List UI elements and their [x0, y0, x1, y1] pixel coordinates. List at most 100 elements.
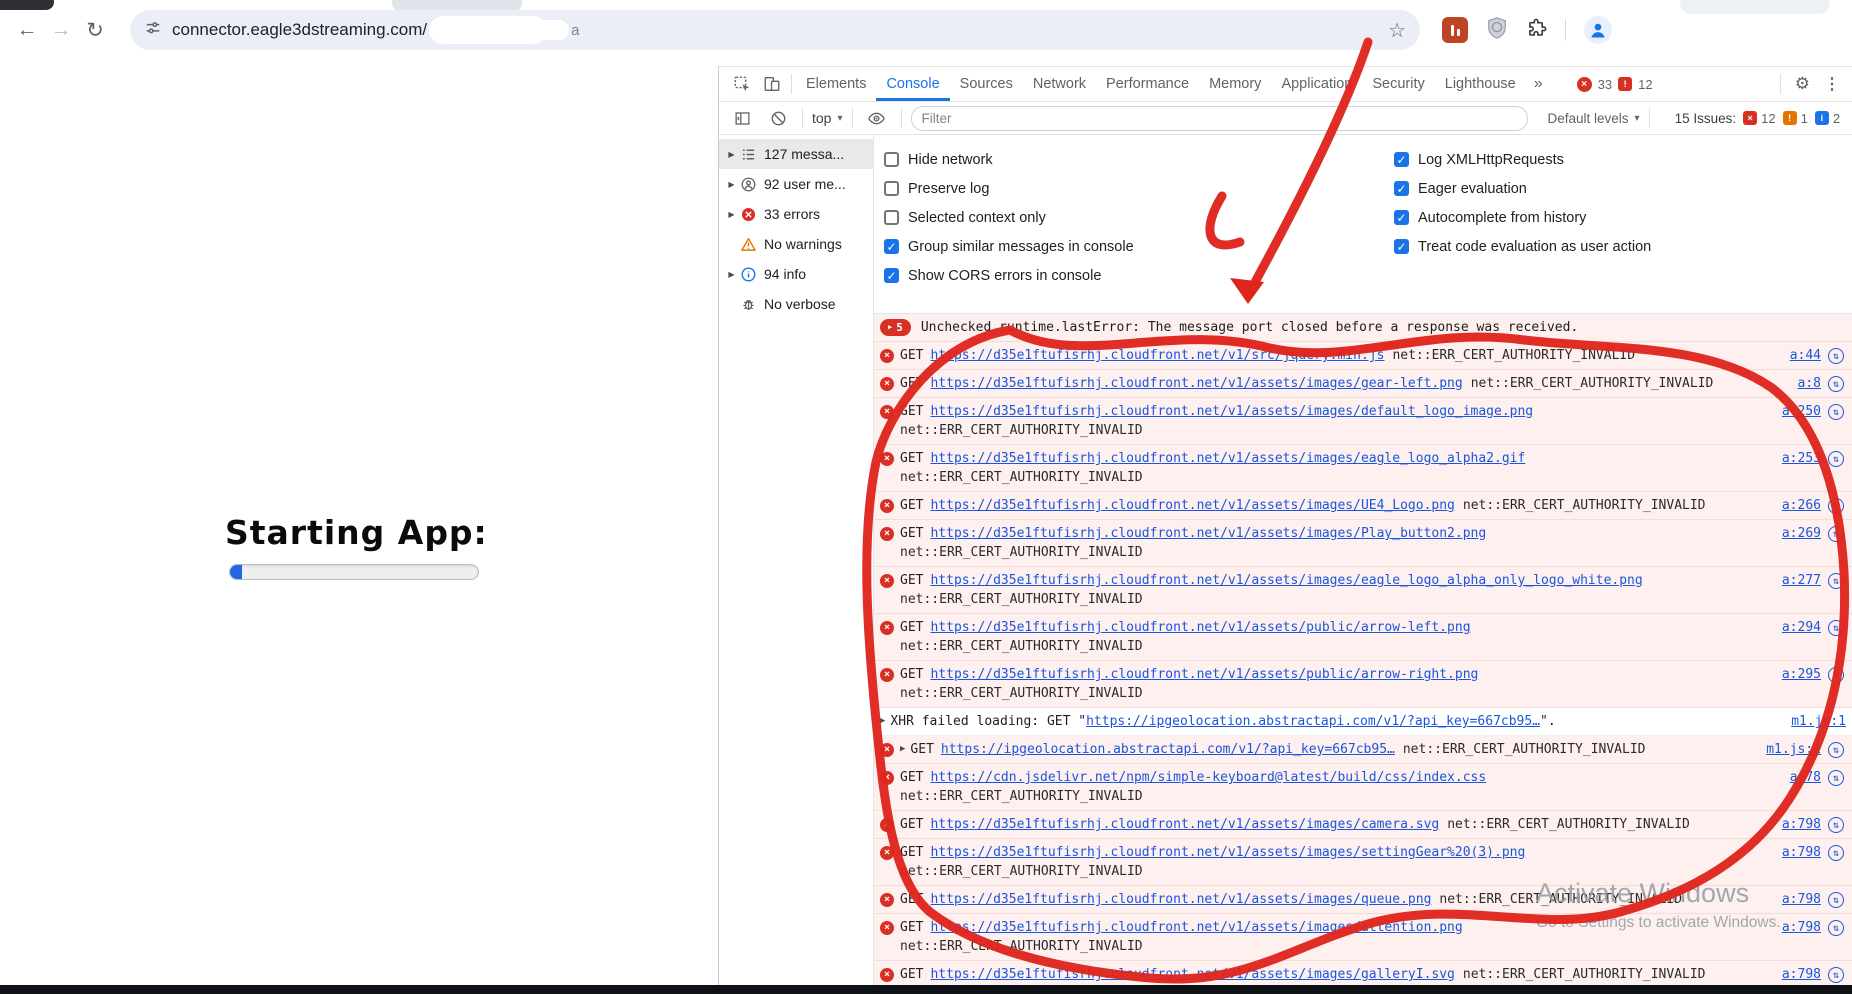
expand-caret-icon[interactable]: ▶: [725, 150, 738, 159]
extensions-puzzle-icon[interactable]: [1526, 17, 1547, 43]
request-url-link[interactable]: https://d35e1ftufisrhj.cloudfront.net/v1…: [930, 346, 1384, 365]
source-location-link[interactable]: a:798: [1782, 918, 1821, 937]
request-url-link[interactable]: https://d35e1ftufisrhj.cloudfront.net/v1…: [930, 374, 1462, 393]
console-setting-selected-context-only[interactable]: Selected context only: [884, 205, 1134, 230]
request-url-link[interactable]: https://d35e1ftufisrhj.cloudfront.net/v1…: [930, 402, 1533, 421]
issues-count-icon[interactable]: !: [1618, 77, 1632, 91]
expand-caret-icon[interactable]: ▶: [725, 270, 738, 279]
console-setting-eager-evaluation[interactable]: ✓Eager evaluation: [1394, 176, 1651, 201]
expand-caret-icon[interactable]: ▶: [725, 180, 738, 189]
more-tabs-icon[interactable]: »: [1526, 75, 1551, 93]
back-icon[interactable]: ←: [10, 18, 44, 42]
tab-network[interactable]: Network: [1023, 67, 1096, 101]
error-count-icon[interactable]: ×: [1577, 77, 1592, 92]
checkbox[interactable]: ✓: [1394, 152, 1409, 167]
checkbox[interactable]: [884, 210, 899, 225]
console-setting-log-xmlhttprequests[interactable]: ✓Log XMLHttpRequests: [1394, 147, 1651, 172]
context-selector[interactable]: top▾: [812, 110, 843, 126]
updown-circle-icon[interactable]: ⇅: [1828, 770, 1844, 786]
sidebar-item-92-user-me[interactable]: ▶92 user me...: [719, 169, 873, 199]
request-url-link[interactable]: https://d35e1ftufisrhj.cloudfront.net/v1…: [930, 496, 1454, 515]
request-url-link[interactable]: https://ipgeolocation.abstractapi.com/v1…: [1086, 712, 1540, 731]
request-url-link[interactable]: https://d35e1ftufisrhj.cloudfront.net/v1…: [930, 618, 1470, 637]
source-location-link[interactable]: a:798: [1782, 843, 1821, 862]
updown-circle-icon[interactable]: ⇅: [1828, 404, 1844, 420]
updown-circle-icon[interactable]: ⇅: [1828, 620, 1844, 636]
request-url-link[interactable]: https://d35e1ftufisrhj.cloudfront.net/v1…: [930, 815, 1439, 834]
log-levels-dropdown[interactable]: Default levels▾: [1548, 111, 1640, 126]
source-location-link[interactable]: a:295: [1782, 665, 1821, 684]
expand-caret-icon[interactable]: ▶: [725, 210, 738, 219]
console-setting-treat-code-evaluation-as-user-action[interactable]: ✓Treat code evaluation as user action: [1394, 234, 1651, 259]
source-location-link[interactable]: a:266: [1782, 496, 1821, 515]
request-url-link[interactable]: https://d35e1ftufisrhj.cloudfront.net/v1…: [930, 918, 1462, 937]
sidebar-item-94-info[interactable]: ▶94 info: [719, 259, 873, 289]
checkbox[interactable]: ✓: [1394, 239, 1409, 254]
request-url-link[interactable]: https://d35e1ftufisrhj.cloudfront.net/v1…: [930, 571, 1642, 590]
expand-caret-icon[interactable]: ▶: [900, 740, 905, 759]
url-bar[interactable]: connector.eagle3dstreaming.com/ a ☆: [130, 10, 1420, 50]
updown-circle-icon[interactable]: ⇅: [1828, 967, 1844, 983]
source-location-link[interactable]: a:44: [1790, 346, 1821, 365]
tab-performance[interactable]: Performance: [1096, 67, 1199, 101]
updown-circle-icon[interactable]: ⇅: [1828, 845, 1844, 861]
source-location-link[interactable]: a:798: [1782, 890, 1821, 909]
checkbox[interactable]: ✓: [1394, 181, 1409, 196]
request-url-link[interactable]: https://d35e1ftufisrhj.cloudfront.net/v1…: [930, 524, 1486, 543]
sidebar-item-no-warnings[interactable]: No warnings: [719, 229, 873, 259]
tab-memory[interactable]: Memory: [1199, 67, 1271, 101]
error-count[interactable]: 33: [1598, 77, 1612, 92]
console-setting-autocomplete-from-history[interactable]: ✓Autocomplete from history: [1394, 205, 1651, 230]
checkbox[interactable]: ✓: [884, 268, 899, 283]
console-setting-preserve-log[interactable]: Preserve log: [884, 176, 1134, 201]
source-location-link[interactable]: a:294: [1782, 618, 1821, 637]
shield-extension-icon[interactable]: [1486, 16, 1508, 45]
source-location-link[interactable]: a:8: [1798, 374, 1821, 393]
issues-counter[interactable]: 15 Issues: ×12!1i2: [1675, 111, 1840, 126]
console-setting-hide-network[interactable]: Hide network: [884, 147, 1134, 172]
tab-console[interactable]: Console: [876, 67, 949, 101]
checkbox[interactable]: ✓: [1394, 210, 1409, 225]
updown-circle-icon[interactable]: ⇅: [1828, 498, 1844, 514]
url-text[interactable]: connector.eagle3dstreaming.com/: [172, 20, 427, 40]
updown-circle-icon[interactable]: ⇅: [1828, 376, 1844, 392]
checkbox[interactable]: ✓: [884, 239, 899, 254]
tab-elements[interactable]: Elements: [796, 67, 876, 101]
extension-red-icon[interactable]: [1442, 17, 1468, 43]
request-url-link[interactable]: https://d35e1ftufisrhj.cloudfront.net/v1…: [930, 843, 1525, 862]
console-setting-group-similar-messages-in-console[interactable]: ✓Group similar messages in console: [884, 234, 1134, 259]
request-url-link[interactable]: https://d35e1ftufisrhj.cloudfront.net/v1…: [930, 890, 1431, 909]
request-url-link[interactable]: https://d35e1ftufisrhj.cloudfront.net/v1…: [930, 449, 1525, 468]
console-sidebar-toggle-icon[interactable]: [727, 110, 757, 127]
source-location-link[interactable]: m1.js:1: [1766, 740, 1821, 759]
checkbox[interactable]: [884, 152, 899, 167]
source-location-link[interactable]: a:277: [1782, 571, 1821, 590]
updown-circle-icon[interactable]: ⇅: [1828, 892, 1844, 908]
forward-icon[interactable]: →: [44, 18, 78, 42]
request-url-link[interactable]: https://ipgeolocation.abstractapi.com/v1…: [941, 740, 1395, 759]
devtools-menu-kebab-icon[interactable]: ⋮: [1820, 74, 1844, 94]
updown-circle-icon[interactable]: ⇅: [1828, 742, 1844, 758]
reload-icon[interactable]: ↻: [78, 18, 112, 43]
request-url-link[interactable]: https://d35e1ftufisrhj.cloudfront.net/v1…: [930, 965, 1454, 984]
tab-lighthouse[interactable]: Lighthouse: [1435, 67, 1526, 101]
site-settings-icon[interactable]: [144, 19, 162, 42]
updown-circle-icon[interactable]: ⇅: [1828, 667, 1844, 683]
updown-circle-icon[interactable]: ⇅: [1828, 920, 1844, 936]
request-url-link[interactable]: https://d35e1ftufisrhj.cloudfront.net/v1…: [930, 665, 1478, 684]
request-url-link[interactable]: https://cdn.jsdelivr.net/npm/simple-keyb…: [930, 768, 1486, 787]
tab-sources[interactable]: Sources: [950, 67, 1023, 101]
sidebar-item-no-verbose[interactable]: No verbose: [719, 289, 873, 319]
source-location-link[interactable]: a:798: [1782, 965, 1821, 984]
inspect-element-icon[interactable]: [727, 75, 757, 93]
clear-console-icon[interactable]: [763, 110, 793, 127]
updown-circle-icon[interactable]: ⇅: [1828, 573, 1844, 589]
source-location-link[interactable]: a:78: [1790, 768, 1821, 787]
expand-caret-icon[interactable]: ▶: [880, 712, 885, 731]
source-location-link[interactable]: a:269: [1782, 524, 1821, 543]
updown-circle-icon[interactable]: ⇅: [1828, 817, 1844, 833]
checkbox[interactable]: [884, 181, 899, 196]
tab-security[interactable]: Security: [1362, 67, 1434, 101]
filter-input[interactable]: [911, 106, 1528, 131]
devtools-settings-gear-icon[interactable]: ⚙: [1795, 74, 1810, 94]
